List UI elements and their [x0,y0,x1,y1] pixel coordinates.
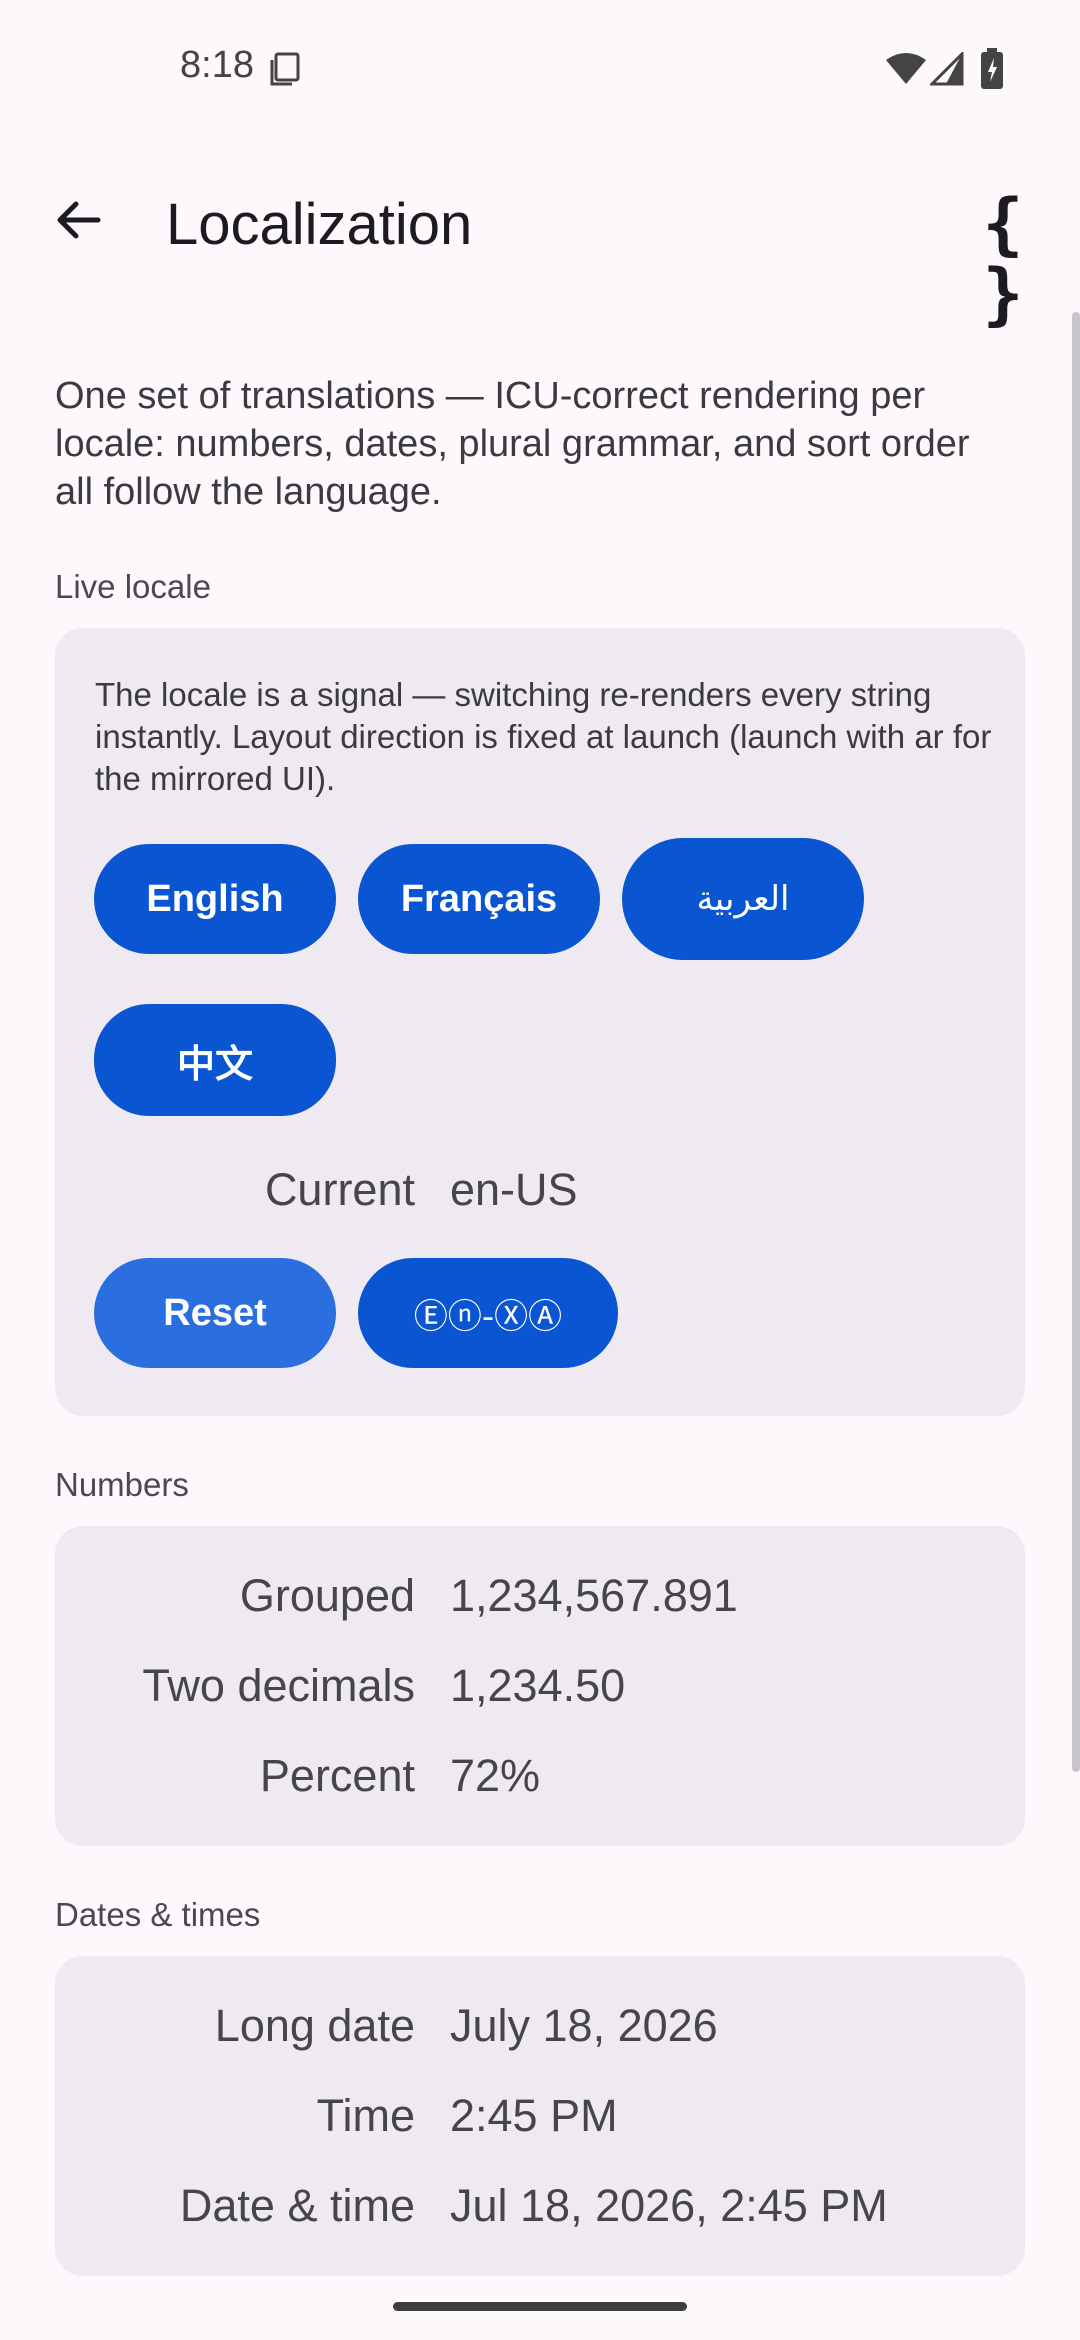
numbers-card: Grouped 1,234,567.891 Two decimals 1,234… [55,1526,1025,1846]
intro-text: One set of translations — ICU-correct re… [55,375,970,513]
number-row-value: 72% [450,1750,541,1801]
battery-icon [981,48,1003,89]
home-indicator[interactable] [393,2302,687,2311]
signal-icon [930,52,964,86]
current-locale-value: en-US [450,1164,578,1215]
date-row-value: 2:45 PM [450,2090,618,2141]
status-bar: 8:18 [0,0,1080,140]
wifi-icon [886,53,926,84]
date-row-label: Time [316,2090,415,2141]
page-title: Localization [166,192,473,257]
arabic-button[interactable]: العربية [622,838,864,960]
dates-card: Long date July 18, 2026 Time 2:45 PM Dat… [55,1956,1025,2276]
french-button[interactable]: Français [358,844,600,954]
chinese-button[interactable]: 中文 [94,1004,336,1116]
live-locale-label: Live locale [55,568,211,605]
number-row-label: Percent [259,1750,415,1801]
sim-icon [270,52,300,86]
braces-icon[interactable]: { } [958,190,1048,330]
current-locale-label: Current [264,1164,415,1215]
live-locale-card: The locale is a signal — switching re-re… [55,628,1025,1416]
date-row-label: Long date [214,2000,415,2051]
back-arrow-icon[interactable] [48,190,108,250]
pseudo-locale-button[interactable]: Ⓔⓝ-ⓍⒶ [358,1258,618,1368]
date-row-value: July 18, 2026 [450,2000,718,2051]
locale-note: The locale is a signal — switching re-re… [95,676,992,797]
english-button[interactable]: English [94,844,336,954]
number-row-label: Grouped [239,1570,415,1621]
dates-label: Dates & times [55,1896,261,1933]
numbers-label: Numbers [55,1466,189,1503]
number-row-value: 1,234,567.891 [450,1570,738,1621]
date-row-value: Jul 18, 2026, 2:45 PM [450,2180,888,2231]
number-row-value: 1,234.50 [450,1660,626,1711]
scrollbar[interactable] [1072,312,1080,1772]
date-row-label: Date & time [179,2180,415,2231]
number-row-label: Two decimals [142,1660,415,1711]
reset-button[interactable]: Reset [94,1258,336,1368]
status-time: 8:18 [180,44,254,86]
